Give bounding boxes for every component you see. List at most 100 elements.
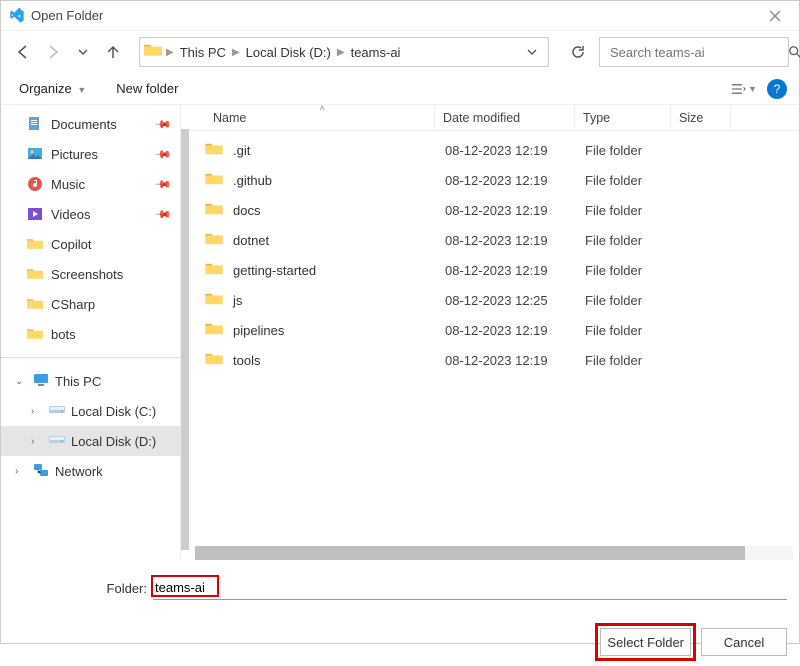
window-title: Open Folder — [31, 8, 759, 23]
file-date: 08-12-2023 12:19 — [445, 353, 585, 368]
tree-network[interactable]: › Network — [1, 456, 180, 486]
pin-icon: 📌 — [154, 175, 173, 194]
sidebar-item-copilot[interactable]: Copilot — [1, 229, 180, 259]
content-area: ˄Name Date modified Type Size .git08-12-… — [181, 105, 799, 560]
chevron-right-icon: ▶ — [164, 47, 176, 58]
folder-input[interactable] — [153, 579, 787, 596]
folder-icon — [205, 202, 223, 218]
recent-dropdown[interactable] — [71, 40, 95, 64]
pin-icon: 📌 — [154, 205, 173, 224]
file-row[interactable]: getting-started08-12-2023 12:19File fold… — [195, 255, 799, 285]
tree-drive-c[interactable]: › Local Disk (C:) — [1, 396, 180, 426]
sidebar-item-documents[interactable]: Documents📌 — [1, 109, 180, 139]
file-name: .github — [233, 173, 445, 188]
sidebar-item-label: Music — [51, 177, 85, 192]
file-type: File folder — [585, 293, 681, 308]
tree-drive-d[interactable]: › Local Disk (D:) — [1, 426, 180, 456]
sidebar-item-label: Pictures — [51, 147, 98, 162]
breadcrumb-seg-drive[interactable]: Local Disk (D:) — [242, 45, 335, 60]
file-type: File folder — [585, 263, 681, 278]
chevron-right-icon: › — [15, 466, 27, 477]
folder-input-wrap[interactable] — [153, 576, 787, 600]
drive-icon — [49, 433, 65, 449]
folder-icon — [205, 232, 223, 248]
file-name: pipelines — [233, 323, 445, 338]
chevron-right-icon: ▶ — [230, 47, 242, 58]
file-type: File folder — [585, 143, 681, 158]
scrollbar-vertical[interactable] — [181, 129, 189, 550]
file-name: tools — [233, 353, 445, 368]
scrollbar-horizontal[interactable] — [195, 546, 793, 560]
folder-icon — [205, 172, 223, 188]
column-size[interactable]: Size — [671, 105, 731, 130]
refresh-button[interactable] — [563, 37, 593, 67]
file-row[interactable]: js08-12-2023 12:25File folder — [195, 285, 799, 315]
folder-icon — [205, 352, 223, 368]
column-name[interactable]: ˄Name — [205, 105, 435, 130]
network-icon — [33, 463, 49, 479]
folder-icon — [27, 236, 43, 252]
sidebar-item-csharp[interactable]: CSharp — [1, 289, 180, 319]
file-row[interactable]: docs08-12-2023 12:19File folder — [195, 195, 799, 225]
help-button[interactable]: ? — [767, 79, 787, 99]
column-date[interactable]: Date modified — [435, 105, 575, 130]
pin-icon: 📌 — [154, 115, 173, 134]
pic-icon — [27, 146, 43, 162]
select-folder-button[interactable]: Select Folder — [600, 628, 691, 656]
music-icon — [27, 176, 43, 192]
sidebar-item-pictures[interactable]: Pictures 📌 — [1, 139, 180, 169]
search-box[interactable] — [599, 37, 789, 67]
sidebar-item-videos[interactable]: Videos📌 — [1, 199, 180, 229]
sidebar-item-label: Screenshots — [51, 267, 123, 282]
video-icon — [27, 206, 43, 222]
folder-icon — [144, 43, 162, 61]
breadcrumb-seg-folder[interactable]: teams-ai — [347, 45, 405, 60]
search-icon — [788, 45, 800, 59]
tree-label: Local Disk (D:) — [71, 434, 156, 449]
chevron-right-icon: › — [31, 406, 43, 417]
sidebar-item-label: Copilot — [51, 237, 91, 252]
file-row[interactable]: .github08-12-2023 12:19File folder — [195, 165, 799, 195]
new-folder-button[interactable]: New folder — [110, 77, 184, 100]
sidebar-item-music[interactable]: Music 📌 — [1, 169, 180, 199]
view-options-button[interactable]: ▼ — [731, 77, 757, 101]
folder-icon — [205, 322, 223, 338]
close-button[interactable] — [759, 4, 791, 28]
file-date: 08-12-2023 12:19 — [445, 323, 585, 338]
navbar: ▶ This PC ▶ Local Disk (D:) ▶ teams-ai — [1, 31, 799, 73]
search-input[interactable] — [608, 44, 788, 61]
file-row[interactable]: dotnet08-12-2023 12:19File folder — [195, 225, 799, 255]
file-name: dotnet — [233, 233, 445, 248]
column-type[interactable]: Type — [575, 105, 671, 130]
organize-menu[interactable]: Organize ▼ — [13, 77, 92, 100]
drive-icon — [49, 403, 65, 419]
breadcrumb[interactable]: ▶ This PC ▶ Local Disk (D:) ▶ teams-ai — [139, 37, 549, 67]
sidebar-item-label: bots — [51, 327, 76, 342]
file-name: getting-started — [233, 263, 445, 278]
file-name: js — [233, 293, 445, 308]
tree-label: This PC — [55, 374, 101, 389]
sidebar-item-screenshots[interactable]: Screenshots — [1, 259, 180, 289]
file-row[interactable]: tools08-12-2023 12:19File folder — [195, 345, 799, 375]
titlebar: Open Folder — [1, 1, 799, 31]
file-type: File folder — [585, 323, 681, 338]
file-date: 08-12-2023 12:19 — [445, 173, 585, 188]
forward-button[interactable] — [41, 40, 65, 64]
thispc-icon — [33, 373, 49, 389]
tree-thispc[interactable]: ⌄ This PC — [1, 366, 180, 396]
folder-icon — [27, 326, 43, 342]
pin-icon: 📌 — [154, 145, 173, 164]
breadcrumb-dropdown[interactable] — [520, 46, 544, 58]
file-list: .git08-12-2023 12:19File folder.github08… — [181, 131, 799, 546]
file-date: 08-12-2023 12:19 — [445, 233, 585, 248]
up-button[interactable] — [101, 40, 125, 64]
sidebar-item-bots[interactable]: bots — [1, 319, 180, 349]
cancel-button[interactable]: Cancel — [701, 628, 787, 656]
file-row[interactable]: pipelines08-12-2023 12:19File folder — [195, 315, 799, 345]
breadcrumb-seg-thispc[interactable]: This PC — [176, 45, 230, 60]
file-type: File folder — [585, 353, 681, 368]
footer: Folder: Select Folder Cancel — [1, 560, 799, 666]
file-row[interactable]: .git08-12-2023 12:19File folder — [195, 135, 799, 165]
doc-icon — [27, 116, 43, 132]
back-button[interactable] — [11, 40, 35, 64]
